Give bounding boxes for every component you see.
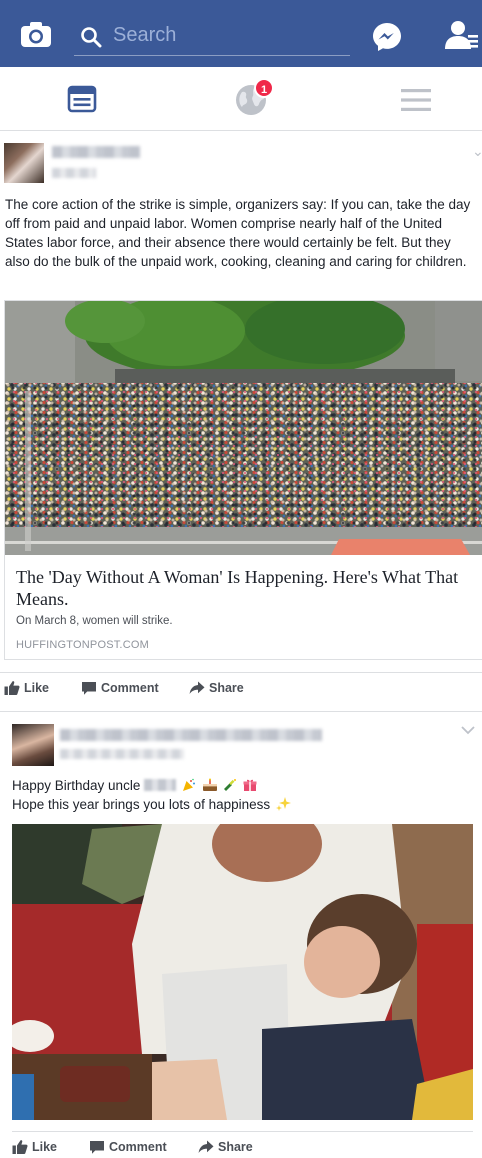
link-description: On March 8, women will strike. (16, 615, 173, 627)
messenger-icon[interactable] (372, 22, 402, 52)
post-actions: Like Comment Share (12, 1131, 473, 1158)
author-name-redacted[interactable] (52, 146, 140, 158)
post-actions: Like Comment Share (0, 672, 482, 702)
author-name-redacted[interactable] (60, 729, 322, 741)
search-bar[interactable]: Search (74, 18, 350, 56)
comment-label: Comment (101, 681, 159, 695)
like-label: Like (24, 681, 50, 695)
link-title[interactable]: The 'Day Without A Woman' Is Happening. … (16, 566, 478, 610)
menu-icon[interactable] (400, 87, 432, 113)
like-icon (4, 681, 20, 695)
link-preview-image (5, 301, 482, 555)
search-placeholder: Search (113, 24, 177, 46)
post-divider (0, 711, 482, 712)
sparkles-icon (275, 797, 291, 811)
like-label: Like (32, 1140, 58, 1154)
bottle-icon (224, 779, 237, 791)
comment-icon (82, 682, 96, 695)
comment-label: Comment (109, 1140, 167, 1154)
share-label: Share (209, 681, 244, 695)
like-icon (12, 1140, 28, 1154)
link-preview-card[interactable]: The 'Day Without A Woman' Is Happening. … (4, 300, 482, 660)
share-icon (198, 1140, 214, 1153)
link-source: HUFFINGTONPOST.COM (16, 639, 149, 651)
post-photo[interactable] (12, 824, 473, 1120)
post-options-chevron-icon[interactable]: ⌄ (472, 143, 482, 160)
friend-requests-icon[interactable] (444, 20, 478, 50)
avatar[interactable] (12, 724, 54, 766)
camera-icon[interactable] (20, 21, 52, 49)
party-popper-icon (182, 778, 195, 791)
wish-line: Hope this year brings you lots of happin… (12, 797, 271, 812)
name-redacted (144, 779, 177, 791)
search-icon (81, 27, 102, 48)
post-timestamp-redacted (60, 749, 184, 759)
gift-icon (243, 779, 257, 791)
comment-icon (90, 1141, 104, 1154)
post-options-chevron-icon[interactable] (461, 725, 475, 735)
post-timestamp-redacted (52, 168, 96, 178)
news-feed-icon[interactable] (67, 85, 97, 113)
feed-post: ⌄ The core action of the strike is simpl… (0, 131, 482, 711)
notification-badge: 1 (254, 78, 274, 98)
avatar[interactable] (4, 143, 44, 183)
cake-icon (202, 778, 217, 791)
top-bar: Search (0, 0, 482, 67)
post-body-text: Happy Birthday uncle Hope this year brin… (12, 776, 472, 814)
birthday-line: Happy Birthday uncle (12, 778, 141, 793)
post-body-text: The core action of the strike is simple,… (5, 197, 471, 269)
share-label: Share (218, 1140, 253, 1154)
share-icon (189, 681, 205, 694)
tab-bar: 1 (0, 67, 482, 131)
